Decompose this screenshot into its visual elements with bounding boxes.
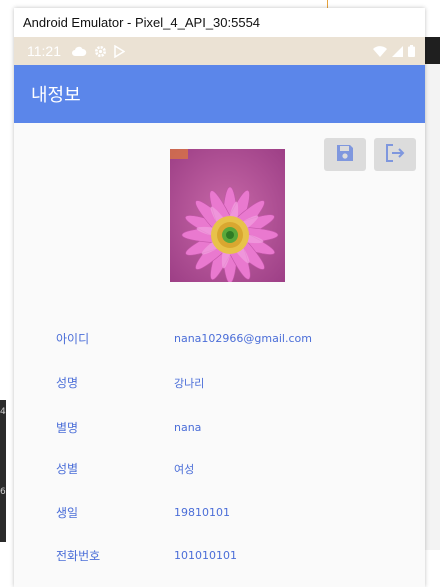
field-row-birthday: 생일 19810101	[56, 504, 230, 521]
app-bar: 내정보	[14, 65, 425, 123]
field-label: 아이디	[56, 332, 90, 346]
field-value: nana	[174, 421, 202, 434]
save-icon	[335, 143, 355, 167]
profile-photo[interactable]	[170, 149, 285, 282]
field-row-phone: 전화번호 101010101	[56, 547, 237, 564]
desktop-dark-panel	[0, 400, 6, 542]
battery-icon	[408, 42, 415, 61]
field-label: 별명	[56, 421, 79, 435]
window-titlebar[interactable]: Android Emulator - Pixel_4_API_30:5554	[14, 8, 425, 37]
desktop-glyph: 4	[0, 407, 6, 417]
desktop-divider	[327, 0, 328, 8]
field-label: 전화번호	[56, 549, 101, 563]
field-value: nana102966@gmail.com	[174, 332, 312, 345]
emulator-side-toolbar	[425, 37, 440, 550]
field-label: 생일	[56, 506, 79, 520]
android-status-bar: 11:21	[14, 37, 425, 65]
field-value: 여성	[174, 462, 195, 476]
field-row-gender: 성별 여성	[56, 460, 194, 477]
field-label: 성명	[56, 376, 79, 390]
field-row-nickname: 별명 nana	[56, 419, 201, 436]
field-value: 강나리	[174, 376, 205, 390]
status-time: 11:21	[27, 43, 61, 59]
save-button[interactable]	[324, 138, 366, 171]
page-title: 내정보	[31, 85, 81, 106]
signal-icon	[392, 42, 403, 61]
window-title: Android Emulator - Pixel_4_API_30:5554	[23, 15, 261, 30]
field-value: 19810101	[174, 506, 230, 519]
cloud-icon	[71, 46, 87, 57]
logout-icon	[384, 143, 406, 167]
logout-button[interactable]	[374, 138, 416, 171]
gear-icon	[94, 45, 107, 58]
wifi-icon	[373, 42, 387, 61]
field-row-name: 성명 강나리	[56, 374, 204, 391]
emulator-window: Android Emulator - Pixel_4_API_30:5554 1…	[14, 8, 425, 587]
field-row-id: 아이디 nana102966@gmail.com	[56, 330, 312, 347]
desktop-glyph: 6	[0, 487, 6, 497]
field-label: 성별	[56, 462, 79, 476]
play-store-icon	[114, 44, 125, 58]
profile-content: 아이디 nana102966@gmail.com 성명 강나리 별명 nana …	[14, 123, 425, 587]
field-value: 101010101	[174, 549, 237, 562]
